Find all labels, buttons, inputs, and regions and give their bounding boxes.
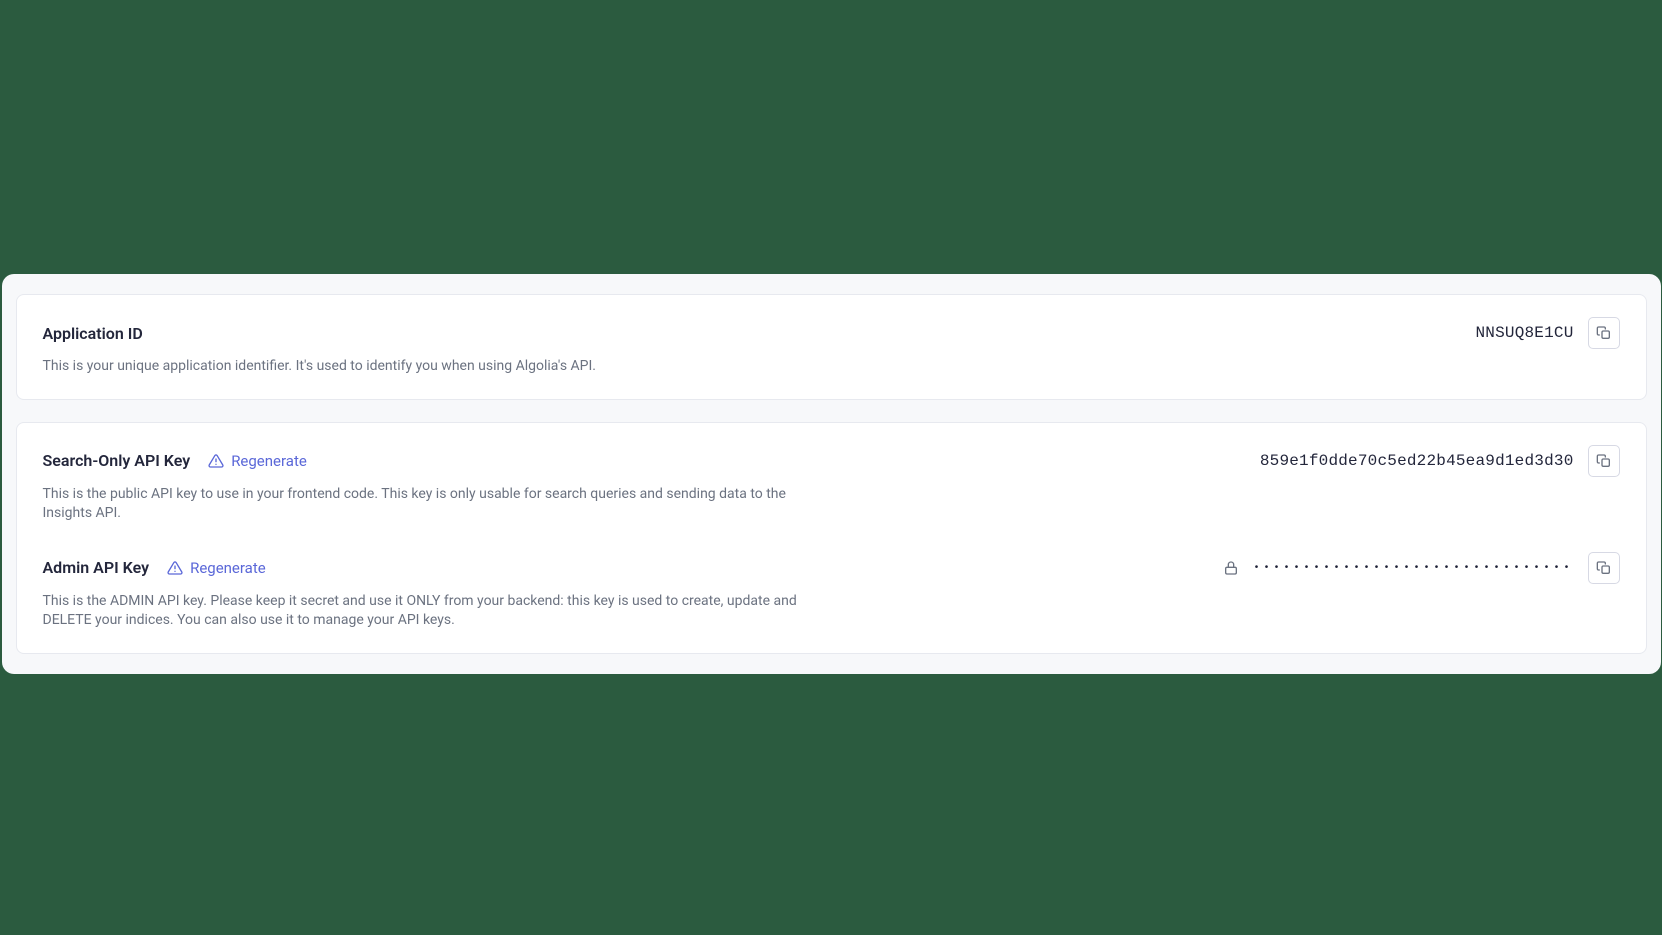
regenerate-search-key-button[interactable]: Regenerate [208, 452, 307, 470]
admin-key-description: This is the ADMIN API key. Please keep i… [43, 592, 813, 631]
application-id-title: Application ID [43, 324, 143, 343]
regenerate-search-key-label: Regenerate [231, 452, 307, 470]
copy-icon [1596, 453, 1612, 469]
warning-triangle-icon [208, 453, 224, 469]
copy-search-key-button[interactable] [1588, 445, 1620, 477]
admin-key-title: Admin API Key [43, 558, 150, 577]
admin-key-value: •••••••••••••••••••••••••••••••• [1253, 563, 1573, 574]
warning-triangle-icon [167, 560, 183, 576]
application-id-card: Application ID NNSUQ8E1CU This is your u… [16, 294, 1647, 400]
api-keys-card: Search-Only API Key Regenerate [16, 422, 1647, 654]
copy-admin-key-button[interactable] [1588, 552, 1620, 584]
copy-application-id-button[interactable] [1588, 317, 1620, 349]
copy-icon [1596, 560, 1612, 576]
admin-key-row: Admin API Key Regenerate [43, 552, 1620, 584]
search-key-value: 859e1f0dde70c5ed22b45ea9d1ed3d30 [1260, 452, 1574, 470]
application-id-description: This is your unique application identifi… [43, 357, 813, 377]
lock-icon[interactable] [1223, 560, 1239, 576]
application-id-value: NNSUQ8E1CU [1475, 324, 1573, 342]
copy-icon [1596, 325, 1612, 341]
application-id-row: Application ID NNSUQ8E1CU [43, 317, 1620, 349]
search-key-row: Search-Only API Key Regenerate [43, 445, 1620, 477]
search-key-description: This is the public API key to use in you… [43, 485, 813, 524]
admin-key-section: Admin API Key Regenerate [43, 552, 1620, 631]
regenerate-admin-key-label: Regenerate [190, 559, 266, 577]
api-keys-panel: Application ID NNSUQ8E1CU This is your u… [2, 274, 1661, 674]
search-key-title: Search-Only API Key [43, 451, 191, 470]
regenerate-admin-key-button[interactable]: Regenerate [167, 559, 266, 577]
search-key-section: Search-Only API Key Regenerate [43, 445, 1620, 524]
